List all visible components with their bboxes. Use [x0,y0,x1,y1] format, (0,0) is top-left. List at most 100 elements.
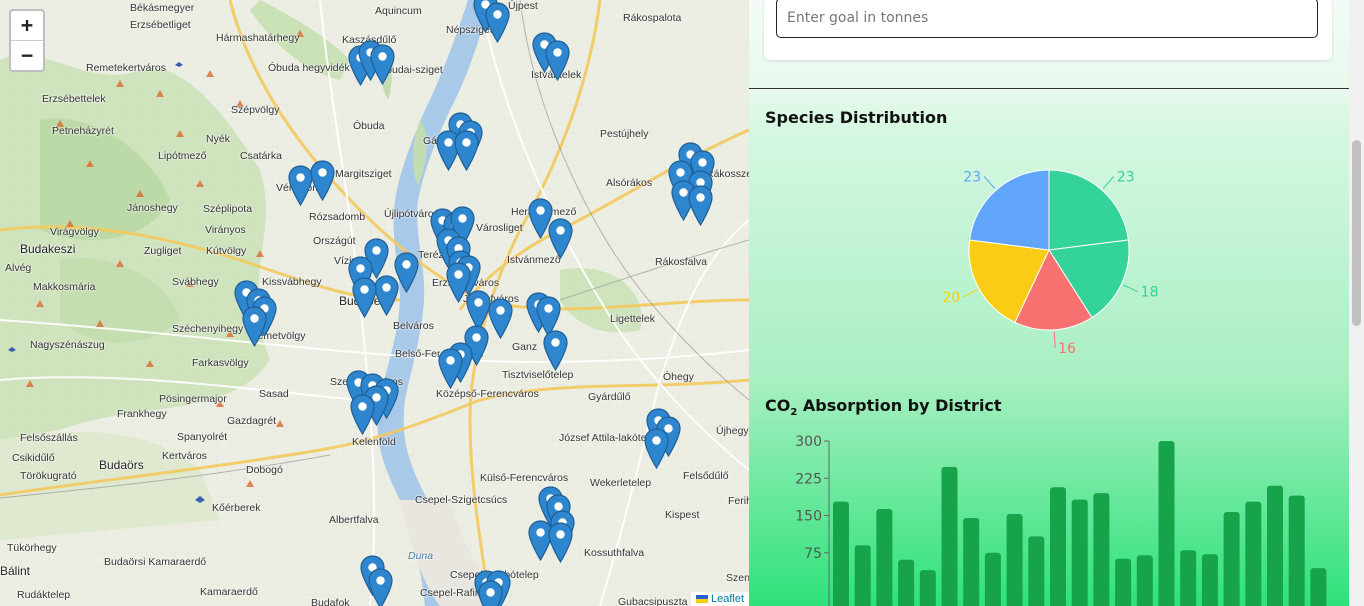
co2-bar[interactable] [1050,487,1066,606]
map-label: Csikidűlő [12,452,55,464]
map-label: Belváros [393,320,434,332]
co2-bar[interactable] [1267,485,1283,606]
co2-bar[interactable] [1158,441,1175,606]
co2-bar[interactable] [854,545,871,606]
map-view[interactable]: Békásmegyer Aquincum Újpest Rákospalota … [0,0,749,606]
map-label: Erzsébetliget [130,19,191,31]
map-label: Zugliget [144,245,182,257]
map-marker-pin-icon[interactable] [688,185,713,227]
scrollbar-thumb[interactable] [1352,140,1361,326]
pie-label-leader [1053,331,1056,348]
map-label: Jánoshegy [127,202,178,214]
goal-card [764,0,1332,60]
side-panel: Species Distribution 23 18 16 20 23 CO2 Abso… [749,0,1364,606]
zoom-control: + − [9,9,45,72]
map-marker-pin-icon[interactable] [368,568,393,606]
map-label: Óhegy [663,371,694,383]
map-marker-pin-icon[interactable] [478,580,503,606]
co2-bar[interactable] [984,552,1001,606]
map-label: Rákospalota [623,12,682,24]
ukraine-flag-icon [695,595,708,603]
co2-bar[interactable] [1028,536,1045,606]
goal-input[interactable] [776,0,1318,38]
map-label: Kútvölgy [206,245,247,257]
co2-bar[interactable] [1115,558,1132,606]
map-marker-pin-icon[interactable] [644,428,669,470]
co2-bar-chart: 75 150 225 300 [795,434,1327,606]
co2-bar[interactable] [876,509,893,606]
map-marker-pin-icon[interactable] [543,330,568,372]
co2-bar[interactable] [1245,501,1262,606]
map-label: Csatárka [240,150,283,162]
map-marker-pin-icon[interactable] [545,40,570,82]
map-label: Dobogó [246,464,283,476]
map-label: Ferihegy [728,495,749,507]
co2-bar[interactable] [963,517,980,606]
map-marker-pin-icon[interactable] [242,306,267,348]
co2-bar[interactable] [941,466,958,606]
map-label: Kissvábhegy [262,276,322,288]
map-label: Kossuthfalva [584,547,645,559]
map-marker-pin-icon[interactable] [352,277,377,319]
map-label: Kamaraerdő [200,586,258,598]
y-tick-label: 225 [795,471,822,487]
map-marker-pin-icon[interactable] [350,394,375,436]
map-label: Csepel-Szigetcsúcs [415,494,508,506]
co2-bar[interactable] [919,570,936,606]
y-tick-label: 150 [795,509,822,525]
map-label: Sasad [259,388,289,400]
map-label: Bálint [0,564,31,578]
map-label: Kőérberek [212,502,261,514]
map-label: Virányos [205,224,246,236]
co2-bar[interactable] [898,559,915,606]
section-divider [749,88,1349,89]
map-label: Szépvölgy [231,104,280,116]
y-tick-label: 75 [804,546,822,562]
pie-slice-label: 16 [1058,341,1076,357]
map-marker-pin-icon[interactable] [548,522,573,564]
pie-slice[interactable] [969,169,1050,251]
co2-bar[interactable] [1071,499,1088,606]
co2-bar[interactable] [1180,550,1197,606]
map-label: Újpest [508,0,538,12]
zoom-out-button[interactable]: − [11,40,43,70]
map-marker-pin-icon[interactable] [454,130,479,172]
map-label: Budafok [311,597,350,606]
map-marker-pin-icon[interactable] [488,298,513,340]
pie-label-leader [1102,176,1115,189]
scrollbar[interactable] [1349,0,1364,606]
map-label: Tükörhegy [7,542,57,554]
map-label: Aquincum [375,5,422,17]
co2-bar[interactable] [1136,555,1153,606]
co2-bar[interactable] [1310,568,1327,606]
pie-slice-label: 23 [1117,169,1135,185]
co2-bar[interactable] [1093,493,1110,606]
map-label: Duna [408,550,434,562]
map-label: Pösingermajor [159,393,227,405]
map-label: Kispest [665,509,700,521]
map-marker-pin-icon[interactable] [485,2,510,44]
map-label: Spanyolrét [177,431,228,443]
co2-bar[interactable] [1288,495,1305,606]
map-label: Petneházyrét [52,125,114,137]
map-label: Városliget [476,222,523,234]
map-marker-pin-icon[interactable] [374,275,399,317]
co2-bar[interactable] [1201,554,1218,606]
map-label: Gyárdűlő [588,391,631,403]
map-label: Kertváros [162,450,207,462]
leaflet-link[interactable]: Leaflet [711,593,744,605]
map-marker-pin-icon[interactable] [548,218,573,260]
map-label: Svábhegy [172,276,219,288]
map-marker-pin-icon[interactable] [438,348,463,390]
species-distribution-title: Species Distribution [765,108,948,127]
map-label: Remetekertváros [86,62,166,74]
map-marker-pin-icon[interactable] [310,160,335,202]
zoom-in-button[interactable]: + [11,11,43,40]
co2-bar[interactable] [1006,514,1023,606]
map-marker-pin-icon[interactable] [370,44,395,86]
map-label: Széchenyihegy [172,323,244,335]
species-pie-chart: 23 18 16 20 23 [942,169,1158,357]
co2-bar[interactable] [1223,512,1240,606]
co2-bar[interactable] [833,501,849,606]
map-label: Békásmegyer [130,2,195,14]
